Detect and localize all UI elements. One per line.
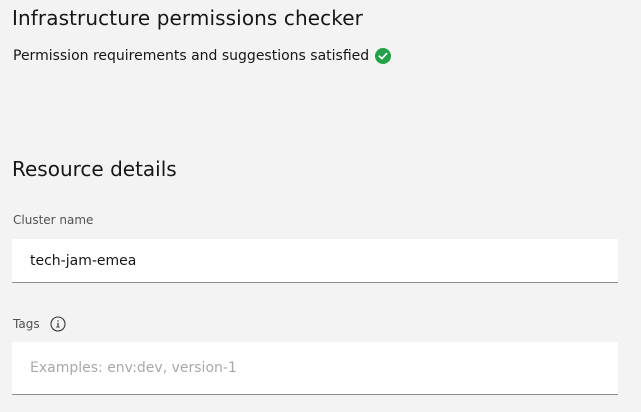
checkmark-filled-icon bbox=[375, 48, 392, 64]
resource-details-heading: Resource details bbox=[12, 157, 177, 181]
information-icon[interactable] bbox=[50, 316, 66, 332]
cluster-name-label-text: Cluster name bbox=[13, 213, 94, 227]
page-title: Infrastructure permissions checker bbox=[12, 6, 363, 30]
permission-status: Permission requirements and suggestions … bbox=[13, 48, 392, 64]
cluster-name-label: Cluster name bbox=[13, 213, 93, 227]
cluster-name-input[interactable] bbox=[12, 239, 618, 283]
tags-label-text: Tags bbox=[13, 317, 40, 331]
status-text: Permission requirements and suggestions … bbox=[13, 48, 370, 64]
tags-label: Tags bbox=[13, 316, 66, 332]
tags-input[interactable] bbox=[12, 342, 618, 395]
